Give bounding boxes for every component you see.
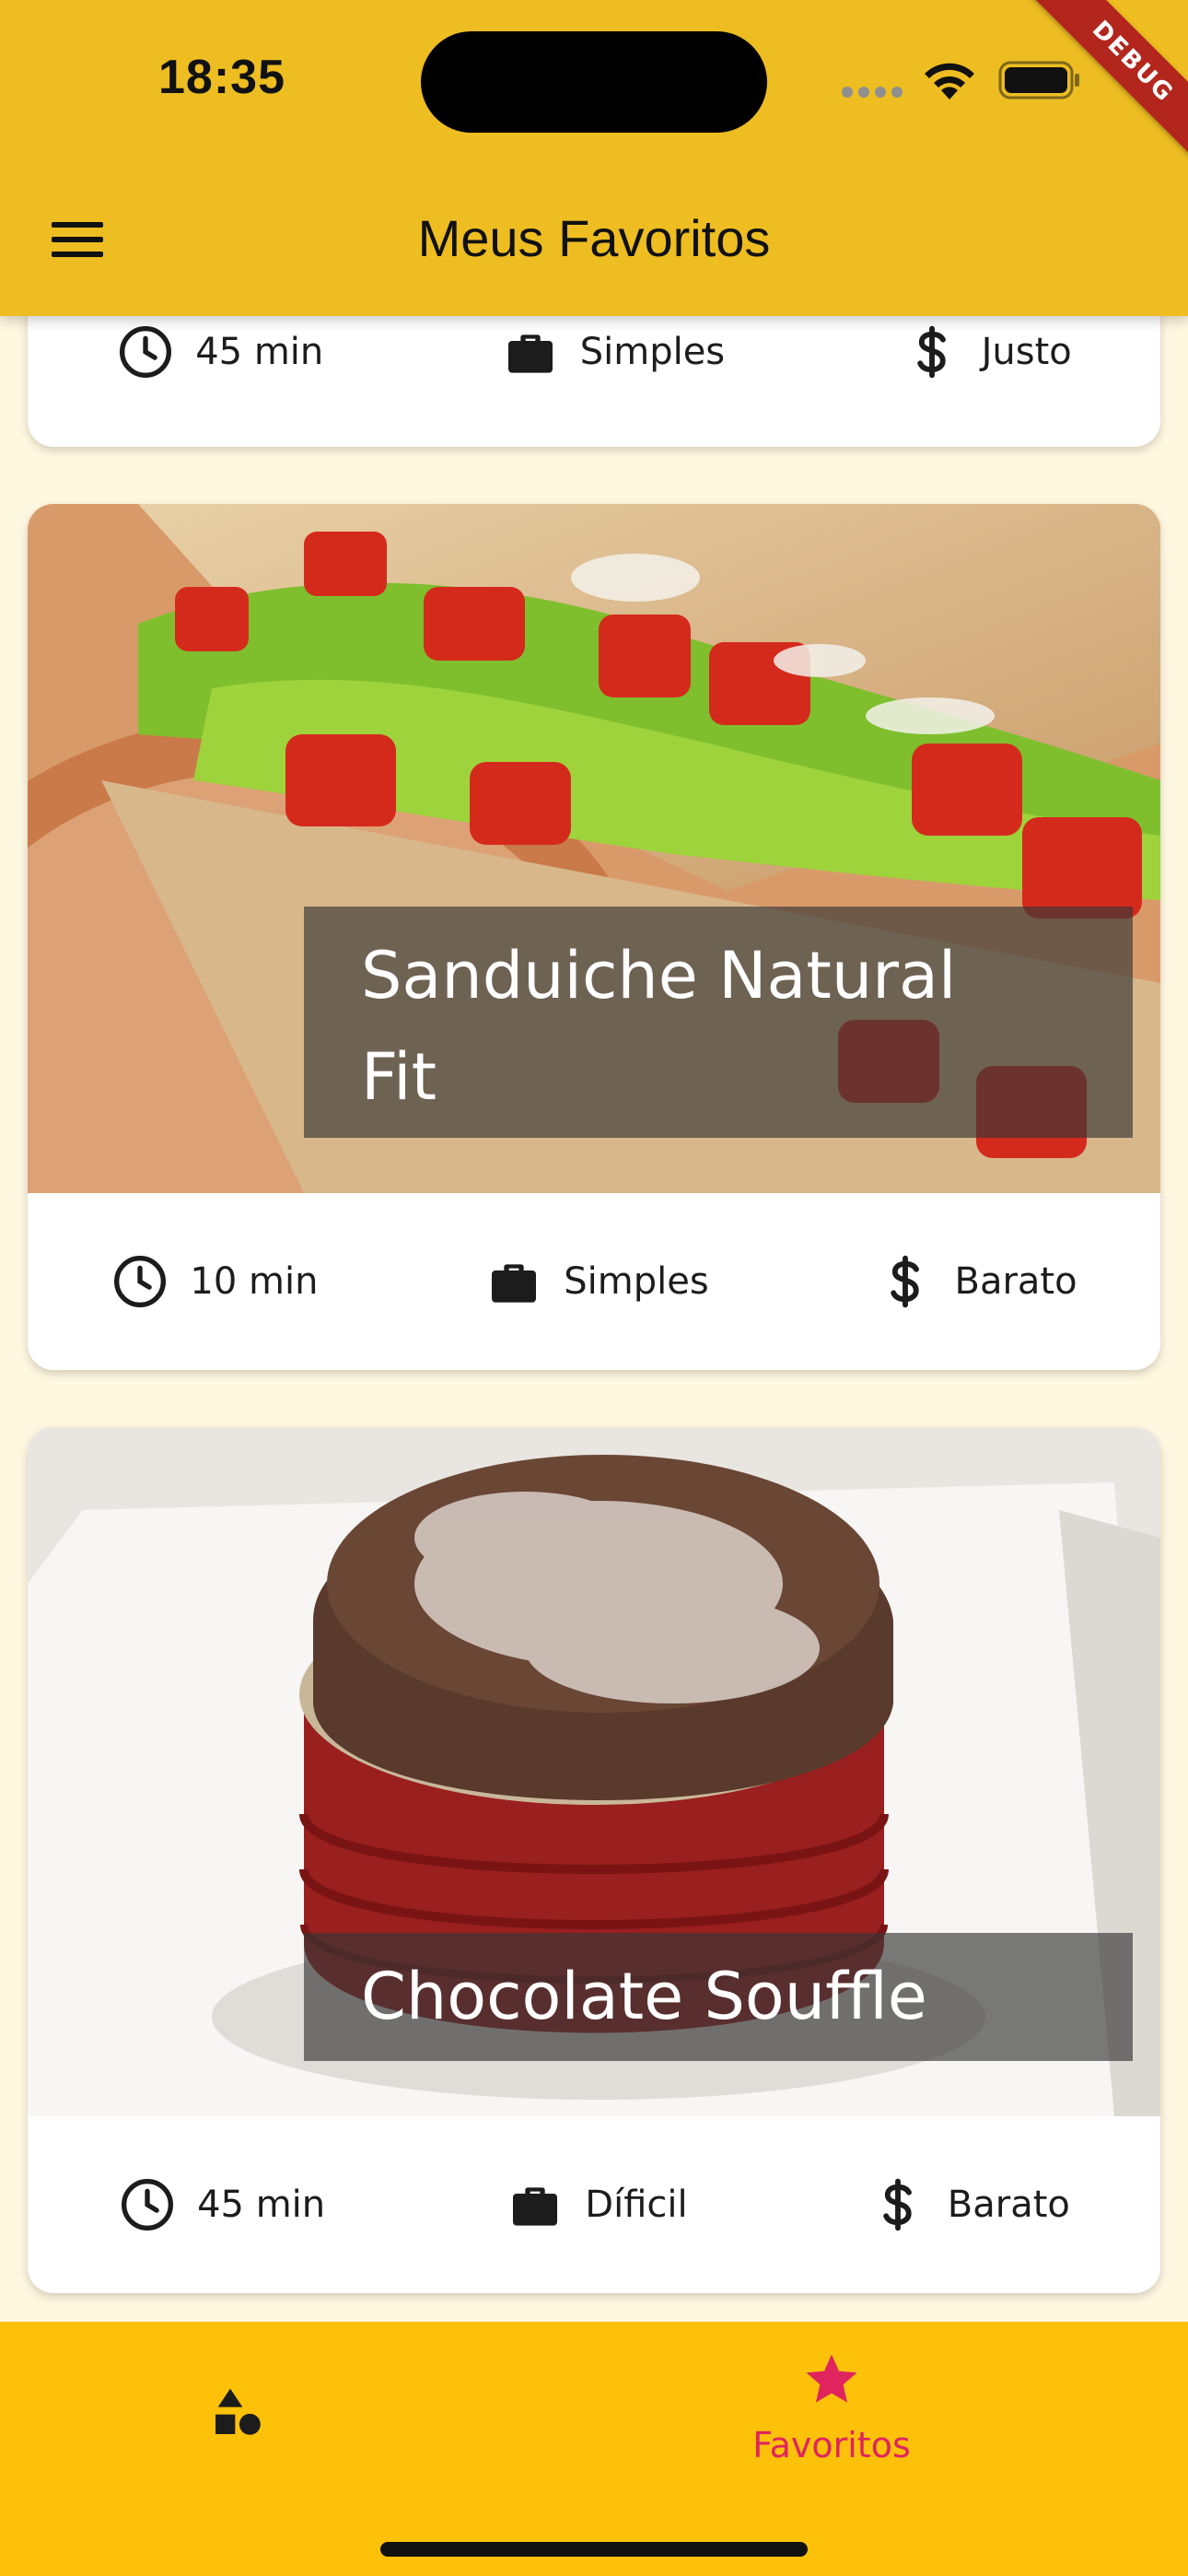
duration-info: 10 min: [111, 1252, 318, 1311]
meal-card[interactable]: Chocolate Souffle 45 min Díficil Barato: [28, 1427, 1160, 2293]
cellular-signal-icon: [842, 87, 906, 100]
tab-favoritos-label: Favoritos: [752, 2425, 911, 2465]
cost-info: Barato: [876, 1252, 1077, 1311]
tab-favoritos[interactable]: Favoritos: [647, 2349, 1016, 2465]
meal-title: Chocolate Souffle: [361, 1959, 927, 2034]
dollar-icon: [890, 1255, 919, 1308]
home-indicator[interactable]: [380, 2542, 808, 2557]
meal-title: Fit: [361, 1039, 437, 1115]
categories-icon: [215, 2388, 261, 2435]
meal-title: Sanduiche Natural: [361, 938, 957, 1013]
app-bar: 18:35 DEBUG Meus Favoritos: [0, 0, 1188, 316]
meal-meta-row: 10 min Simples Barato: [28, 1193, 1160, 1370]
meal-title-overlay: Chocolate Souffle: [304, 1933, 1133, 2061]
complexity-label: Simples: [579, 331, 726, 373]
meal-title-overlay: Sanduiche Natural Fit: [304, 907, 1133, 1138]
meal-card[interactable]: Sanduiche Natural Fit 10 min Simples Bar…: [28, 504, 1160, 1370]
complexity-label: Díficil: [585, 2184, 688, 2226]
cost-label: Justo: [981, 331, 1072, 373]
briefcase-icon: [507, 334, 553, 373]
clock-icon: [114, 1256, 167, 1307]
battery-icon: [998, 61, 1079, 100]
duration-label: 45 min: [197, 2184, 326, 2226]
dollar-icon: [916, 325, 946, 379]
briefcase-icon: [513, 2187, 558, 2226]
complexity-info: Simples: [484, 1252, 709, 1311]
clock-icon: [120, 326, 172, 378]
cost-info: Justo: [903, 322, 1072, 381]
dollar-icon: [883, 2178, 912, 2231]
complexity-info: Simples: [501, 322, 725, 381]
cost-label: Barato: [954, 1260, 1077, 1303]
briefcase-icon: [492, 1264, 537, 1303]
cost-info: Barato: [868, 2175, 1070, 2234]
meal-meta-row: 45 min Díficil Barato: [28, 2116, 1160, 2293]
dynamic-island: [421, 31, 767, 133]
wifi-icon: [925, 63, 974, 100]
duration-info: 45 min: [116, 322, 323, 381]
complexity-info: Díficil: [506, 2175, 688, 2234]
cost-label: Barato: [947, 2184, 1070, 2226]
complexity-label: Simples: [564, 1260, 709, 1303]
tab-categories[interactable]: [53, 2349, 422, 2445]
star-icon: [806, 2354, 857, 2403]
duration-label: 10 min: [190, 1260, 319, 1303]
clock-icon: [122, 2179, 174, 2231]
duration-info: 45 min: [118, 2175, 325, 2234]
bottom-navigation-bar: Favoritos: [0, 2322, 1188, 2576]
page-title: Meus Favoritos: [417, 209, 771, 267]
duration-label: 45 min: [195, 331, 324, 373]
status-time: 18:35: [158, 51, 285, 104]
